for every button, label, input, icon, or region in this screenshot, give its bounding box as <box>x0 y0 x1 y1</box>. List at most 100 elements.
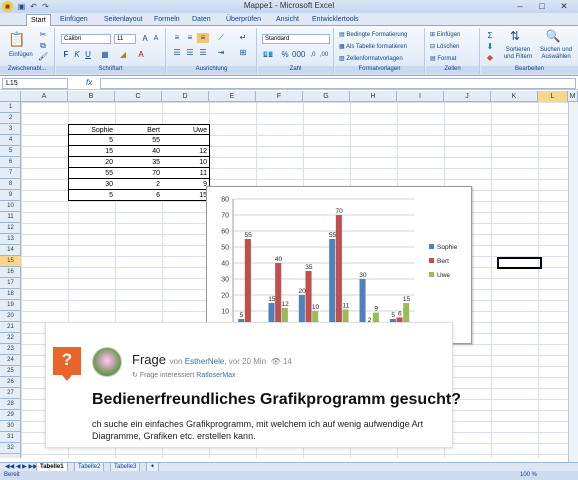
fx-icon[interactable]: fx <box>86 78 92 87</box>
column-header[interactable]: J <box>444 91 491 102</box>
row-header[interactable]: 14 <box>0 245 21 256</box>
italic-icon[interactable]: K <box>72 50 82 60</box>
table-cell[interactable]: 9 <box>162 179 210 190</box>
find-select-button[interactable]: Suchen und Auswählen <box>537 47 575 61</box>
table-cell[interactable]: 2 <box>115 179 163 190</box>
column-header[interactable]: H <box>350 91 397 102</box>
row-header[interactable]: 32 <box>0 443 21 454</box>
wrap-text-icon[interactable]: ↵ <box>237 33 249 43</box>
row-header[interactable]: 8 <box>0 179 21 190</box>
row-header[interactable]: 30 <box>0 421 21 432</box>
cut-icon[interactable]: ✂ <box>38 30 48 40</box>
question-heading[interactable]: Bedienerfreundliches Grafikprogramm gesu… <box>92 391 461 409</box>
row-header[interactable]: 31 <box>0 432 21 443</box>
row-header[interactable]: 24 <box>0 355 21 366</box>
percent-icon[interactable]: % <box>280 50 290 60</box>
row-header[interactable]: 17 <box>0 278 21 289</box>
column-header[interactable]: K <box>491 91 538 102</box>
name-box[interactable]: L15 <box>2 78 68 89</box>
row-header[interactable]: 4 <box>0 135 21 146</box>
row-header[interactable]: 5 <box>0 146 21 157</box>
tab-view[interactable]: Ansicht <box>272 14 303 26</box>
format-painter-icon[interactable]: 🖌 <box>38 52 48 62</box>
format-as-table-button[interactable]: ▦ Als Tabelle formatieren <box>339 43 407 50</box>
row-header-selected[interactable]: 15 <box>0 256 21 267</box>
tab-insert[interactable]: Einfügen <box>56 14 92 26</box>
tab-start[interactable]: Start <box>26 14 51 26</box>
increase-decimal-icon[interactable]: ,0 <box>308 50 318 60</box>
align-middle-icon[interactable]: ≡ <box>184 33 196 43</box>
select-all-corner[interactable] <box>0 91 21 102</box>
embedded-chart[interactable]: 0102030405060708015552154012320351045570… <box>206 186 472 344</box>
insert-cells-button[interactable]: ⊞ Einfügen <box>430 31 460 38</box>
column-header[interactable]: M <box>568 91 578 102</box>
row-header[interactable]: 1 <box>0 102 21 113</box>
orientation-icon[interactable]: ⟋ <box>215 33 227 43</box>
table-header-cell[interactable]: Sophie <box>68 124 116 135</box>
font-color-icon[interactable]: A <box>136 50 146 60</box>
paste-button[interactable]: Einfügen <box>9 52 33 58</box>
fill-color-icon[interactable]: ◢ <box>118 50 128 60</box>
bold-icon[interactable]: F <box>61 50 71 60</box>
sort-filter-button[interactable]: Sortieren und Filtern <box>501 47 535 61</box>
minimize-icon[interactable]: – <box>510 0 530 13</box>
column-header[interactable]: E <box>209 91 256 102</box>
paste-icon[interactable]: 📋 <box>8 30 26 48</box>
column-header[interactable]: I <box>397 91 444 102</box>
cell-styles-button[interactable]: ▧ Zellenformatvorlagen <box>339 55 403 62</box>
font-size-select[interactable]: 11 <box>114 34 136 44</box>
table-cell[interactable]: 12 <box>162 146 210 157</box>
row-header[interactable]: 9 <box>0 190 21 201</box>
table-cell[interactable]: 10 <box>162 157 210 168</box>
conditional-formatting-button[interactable]: ▤ Bedingte Formatierung <box>339 31 407 38</box>
row-header[interactable]: 3 <box>0 124 21 135</box>
table-cell[interactable]: 15 <box>162 190 210 201</box>
fill-icon[interactable]: ⬇ <box>485 42 495 52</box>
column-header[interactable]: A <box>21 91 68 102</box>
close-icon[interactable]: ✕ <box>554 0 574 13</box>
border-icon[interactable]: ▦ <box>100 50 110 60</box>
copy-icon[interactable]: ⧉ <box>38 41 48 51</box>
tab-developer[interactable]: Entwicklertools <box>308 14 363 26</box>
table-cell[interactable]: 70 <box>115 168 163 179</box>
row-header[interactable]: 20 <box>0 311 21 322</box>
row-header[interactable]: 10 <box>0 201 21 212</box>
row-header[interactable]: 13 <box>0 234 21 245</box>
row-header[interactable]: 11 <box>0 212 21 223</box>
table-cell[interactable]: 35 <box>115 157 163 168</box>
table-cell[interactable] <box>162 135 210 146</box>
row-header[interactable]: 22 <box>0 333 21 344</box>
font-name-select[interactable]: Calibri <box>61 34 111 44</box>
formula-input[interactable] <box>100 78 576 89</box>
column-header[interactable]: C <box>115 91 162 102</box>
table-cell[interactable]: 55 <box>68 168 116 179</box>
merge-icon[interactable]: ⊞ <box>237 48 249 58</box>
shrink-font-icon[interactable]: A <box>151 34 161 44</box>
row-header[interactable]: 12 <box>0 223 21 234</box>
table-cell[interactable]: 11 <box>162 168 210 179</box>
row-header[interactable]: 2 <box>0 113 21 124</box>
zoom-level[interactable]: 100 % <box>520 471 537 480</box>
tab-formulas[interactable]: Formeln <box>150 14 184 26</box>
row-header[interactable]: 25 <box>0 366 21 377</box>
column-header[interactable]: D <box>162 91 209 102</box>
grow-font-icon[interactable]: A <box>140 34 150 44</box>
column-header[interactable]: G <box>303 91 350 102</box>
row-header[interactable]: 23 <box>0 344 21 355</box>
row-header[interactable]: 28 <box>0 399 21 410</box>
clear-icon[interactable]: ◆ <box>485 53 495 63</box>
underline-icon[interactable]: U <box>83 50 93 60</box>
avatar[interactable] <box>92 347 122 377</box>
thousands-icon[interactable]: 000 <box>292 50 305 60</box>
tab-data[interactable]: Daten <box>188 14 215 26</box>
table-cell[interactable]: 15 <box>68 146 116 157</box>
row-header[interactable]: 26 <box>0 377 21 388</box>
find-select-icon[interactable]: 🔍 <box>543 30 563 45</box>
currency-icon[interactable]: 💶 <box>262 50 274 60</box>
row-header[interactable]: 29 <box>0 410 21 421</box>
table-cell[interactable]: 40 <box>115 146 163 157</box>
column-header[interactable]: B <box>68 91 115 102</box>
active-cell[interactable] <box>497 257 542 269</box>
align-left-icon[interactable]: ☰ <box>171 48 183 58</box>
number-format-select[interactable]: Standard <box>262 34 330 44</box>
